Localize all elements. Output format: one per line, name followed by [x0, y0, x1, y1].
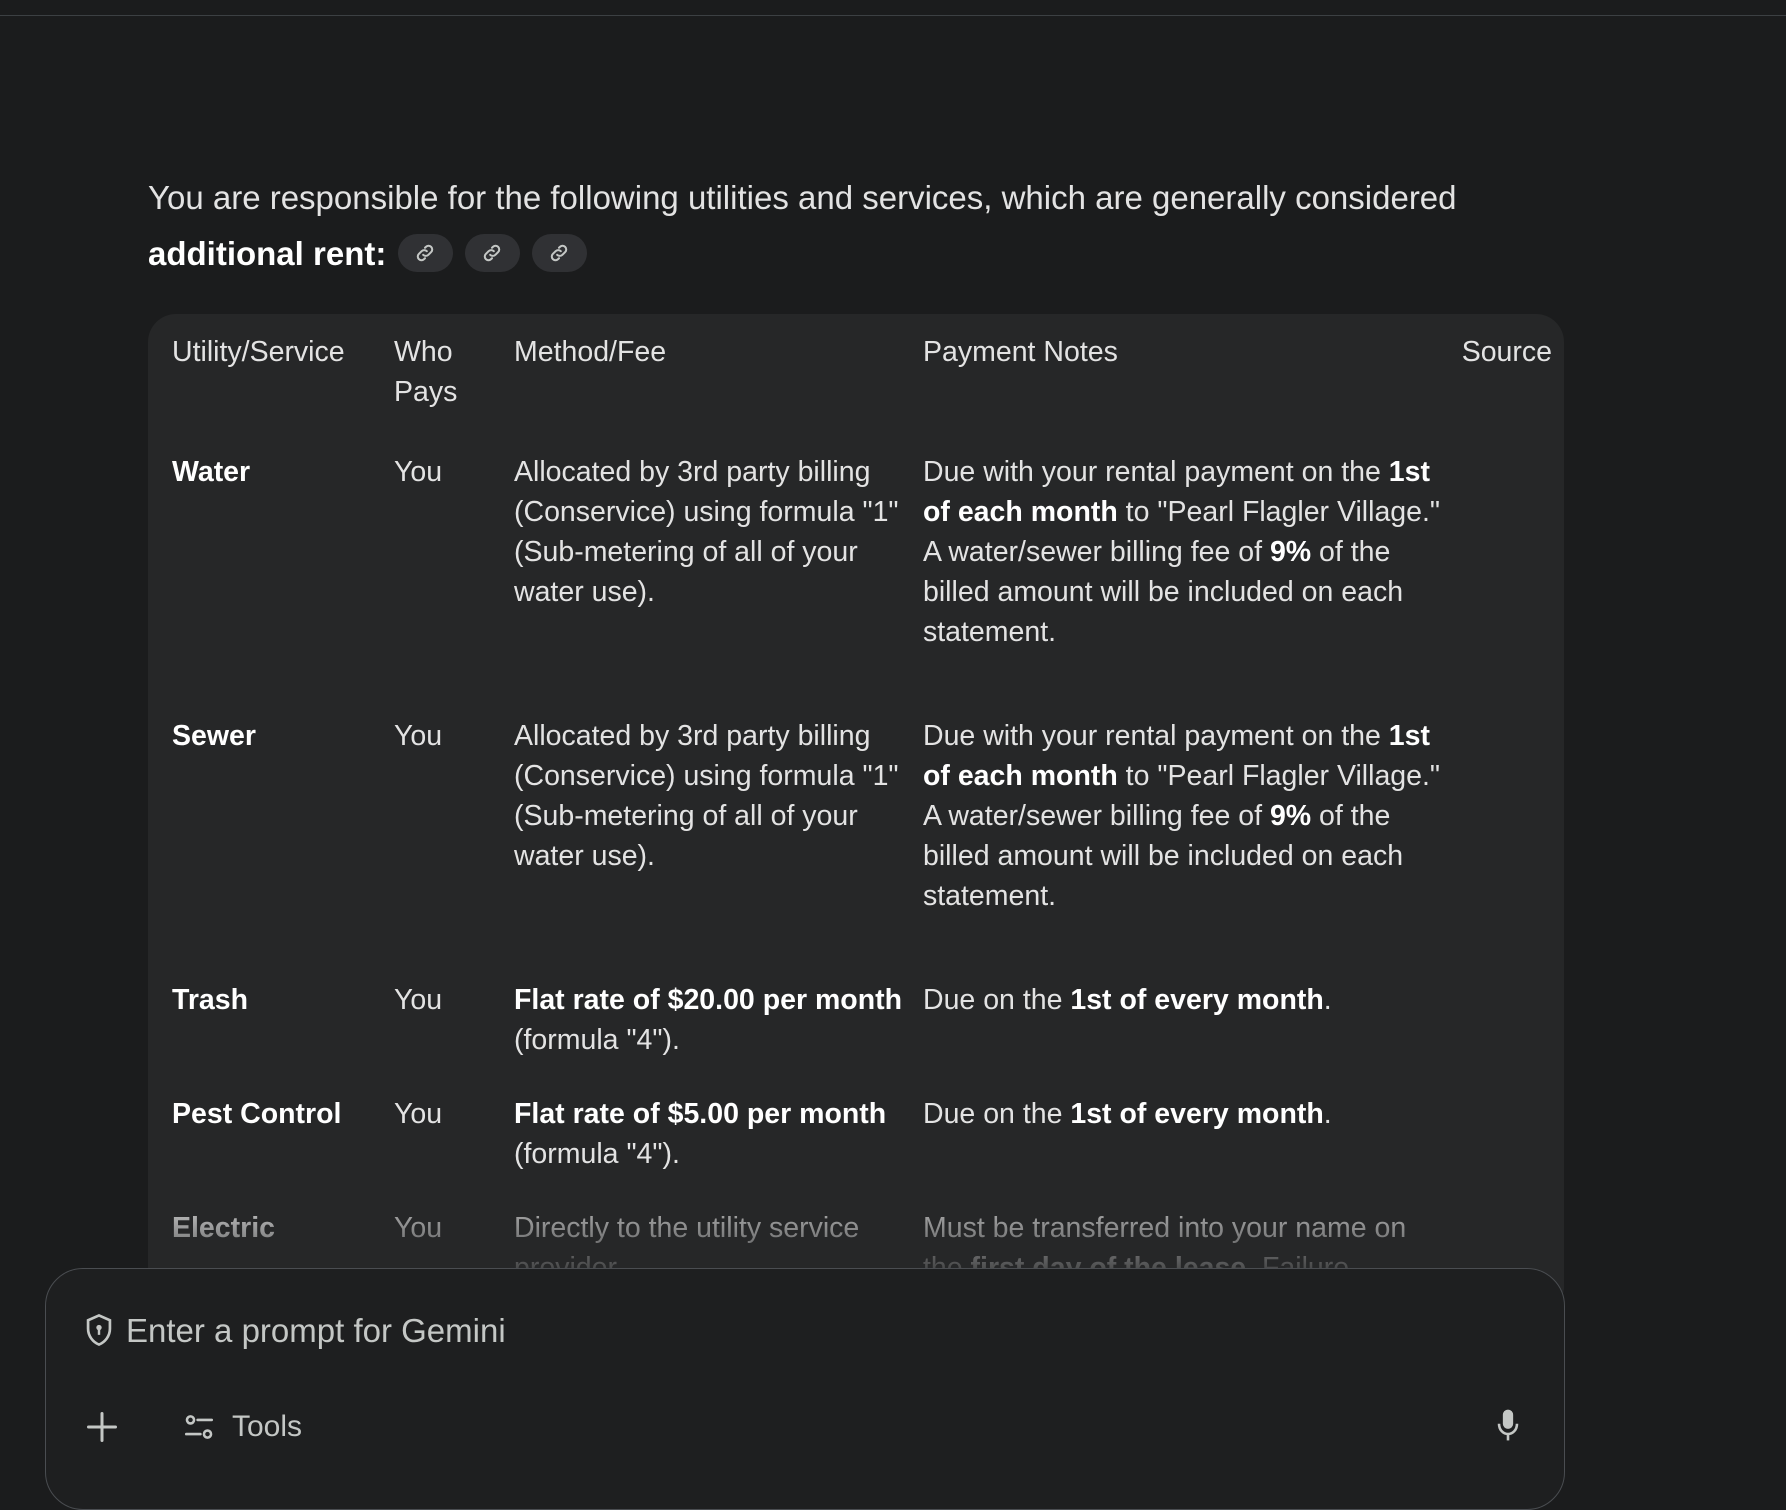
- notes-text: 9%: [1269, 800, 1312, 832]
- method-text: Flat rate of $5.00 per month: [514, 1098, 887, 1130]
- table-row: Water You Allocated by 3rd party billing (…: [172, 452, 1552, 716]
- notes-text: .: [1323, 984, 1332, 1016]
- utilities-table: Utility/Service Who Pays Method/Fee Paym…: [172, 332, 1552, 1314]
- link-icon: [551, 245, 568, 262]
- method-text: (formula "4").: [514, 1138, 680, 1170]
- shield-icon: [86, 1313, 112, 1347]
- method-text: Flat rate of $20.00 per month: [514, 984, 903, 1016]
- notes-text: Due on the: [923, 1098, 1071, 1130]
- cell-service: Water: [172, 456, 251, 488]
- link-icon: [417, 245, 434, 262]
- cell-service: Trash: [172, 984, 249, 1016]
- tools-icon: [184, 1415, 214, 1439]
- table-header-row: Utility/Service Who Pays Method/Fee Paym…: [172, 332, 1552, 452]
- cell-who-pays: You: [394, 984, 443, 1016]
- method-text: Allocated by 3rd party billing (Conservi…: [514, 456, 899, 608]
- header-service: Utility/Service: [172, 336, 345, 368]
- cell-source: [1450, 716, 1552, 980]
- notes-text: 1st of every month: [1070, 1098, 1324, 1130]
- cell-source: [1450, 980, 1552, 1094]
- table-row: Pest Control You Flat rate of $5.00 per mo…: [172, 1094, 1552, 1208]
- cell-notes: Due on the 1st of every month.: [923, 1094, 1450, 1208]
- intro-text: You are responsible for the following ut…: [148, 179, 1457, 216]
- notes-text: Due with your rental payment on the: [923, 456, 1389, 488]
- cell-who-pays: You: [394, 1098, 443, 1130]
- method-text: (formula "4").: [514, 1024, 680, 1056]
- header-notes: Payment Notes: [923, 336, 1118, 368]
- source-chip-2[interactable]: [465, 234, 521, 273]
- notes-text: .: [1323, 1098, 1332, 1130]
- intro-suffix: :: [375, 235, 387, 272]
- header-who-pays: Who Pays: [394, 336, 458, 408]
- table-row: Trash You Flat rate of $20.00 per month (f…: [172, 980, 1552, 1094]
- cell-source: [1450, 1094, 1552, 1208]
- cell-who-pays: You: [394, 456, 443, 488]
- cell-service: Sewer: [172, 720, 256, 752]
- header-source: Source: [1461, 336, 1552, 368]
- cell-notes: Due with your rental payment on the 1st …: [923, 716, 1450, 980]
- tools-label: Tools: [232, 1410, 303, 1443]
- top-divider: [0, 0, 1786, 16]
- response-intro: You are responsible for the following ut…: [148, 170, 1588, 282]
- source-chip-3[interactable]: [532, 234, 588, 273]
- link-icon: [484, 245, 501, 262]
- cell-notes: Due with your rental payment on the 1st …: [923, 452, 1450, 716]
- microphone-icon[interactable]: [1494, 1407, 1522, 1443]
- notes-text: 9%: [1269, 536, 1312, 568]
- cell-method: Allocated by 3rd party billing (Conservi…: [514, 452, 923, 716]
- cell-method: Allocated by 3rd party billing (Conservi…: [514, 716, 923, 980]
- source-chip-1[interactable]: [398, 234, 454, 273]
- cell-notes: Due on the 1st of every month.: [923, 980, 1450, 1094]
- notes-text: 1st of every month: [1070, 984, 1324, 1016]
- utilities-table-card: Utility/Service Who Pays Method/Fee Paym…: [148, 314, 1564, 1314]
- cell-service: Pest Control: [172, 1098, 342, 1130]
- header-method: Method/Fee: [514, 336, 667, 368]
- prompt-placeholder[interactable]: Enter a prompt for Gemini: [126, 1311, 506, 1351]
- notes-text: Due on the: [923, 984, 1071, 1016]
- add-icon[interactable]: [84, 1409, 120, 1445]
- cell-method: Flat rate of $20.00 per month (formula "…: [514, 980, 923, 1094]
- intro-bold-term: additional rent: [148, 235, 376, 272]
- notes-text: Due with your rental payment on the: [923, 720, 1389, 752]
- cell-source: [1450, 452, 1552, 716]
- prompt-input-box[interactable]: Enter a prompt for Gemini Tools: [45, 1268, 1565, 1510]
- cell-who-pays: You: [394, 720, 443, 752]
- tools-button[interactable]: Tools: [182, 1405, 302, 1449]
- table-row: Sewer You Allocated by 3rd party billing (…: [172, 716, 1552, 980]
- cell-method: Flat rate of $5.00 per month (formula "4…: [514, 1094, 923, 1208]
- method-text: Allocated by 3rd party billing (Conservi…: [514, 720, 899, 872]
